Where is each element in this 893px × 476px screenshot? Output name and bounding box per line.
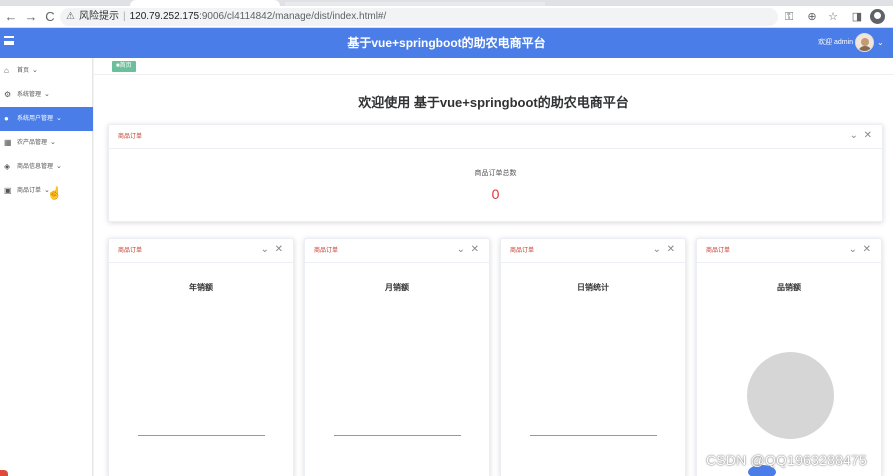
order-count-label: 商品订单总数: [474, 170, 517, 177]
sidebar-item-system-users[interactable]: ● 系统用户管理 ⌄: [0, 107, 93, 131]
user-icon: ●: [4, 114, 9, 123]
sidebar-item-system[interactable]: ⚙ 系统管理 ⌄: [0, 83, 93, 107]
sidebar-item-label: 首页: [17, 68, 30, 74]
chart-x-axis: [138, 435, 265, 436]
taskbar-edge: [0, 470, 8, 476]
close-icon[interactable]: ✕: [471, 244, 479, 256]
close-icon[interactable]: ✕: [667, 244, 675, 256]
chevron-down-icon[interactable]: ⌄: [457, 244, 465, 256]
app-header: 基于vue+springboot的助农电商平台 欢迎 admin ⌄: [0, 28, 893, 58]
home-icon: ⌂: [4, 66, 9, 75]
close-icon[interactable]: ✕: [863, 244, 871, 256]
side-panel-icon[interactable]: ◨: [849, 9, 865, 25]
profile-icon[interactable]: [870, 9, 885, 24]
chevron-down-icon: ⌄: [50, 139, 56, 146]
chevron-down-icon: ⌄: [32, 67, 38, 74]
chevron-down-icon: ⌄: [56, 163, 62, 170]
chart-x-axis: [334, 435, 461, 436]
sidebar: ⌂ 首页 ⌄ ⚙ 系统管理 ⌄ ● 系统用户管理 ⌄ ▦ 农产品管理 ⌄ ◈ 商品信息管…: [0, 58, 93, 476]
security-label: 风险提示: [78, 11, 119, 22]
order-summary-card: 商品订单 ⌄ ✕ 商品订单总数 0: [108, 124, 883, 222]
card-header: 商品订单 ⌄ ✕: [697, 239, 881, 263]
user-greeting[interactable]: 欢迎 admin: [818, 28, 853, 58]
card-tag: 商品订单: [706, 248, 731, 254]
watermark: CSDN @QQ1963288475: [706, 452, 868, 468]
sidebar-item-label: 农产品管理: [17, 140, 48, 146]
app-title: 基于vue+springboot的助农电商平台: [347, 36, 546, 50]
sidebar-item-label: 系统用户管理: [17, 116, 54, 122]
url-path: :9006/cl4114842/manage/dist/index.html#/: [199, 11, 387, 22]
chevron-down-icon[interactable]: ⌄: [877, 28, 884, 58]
chevron-down-icon[interactable]: ⌄: [850, 130, 858, 142]
card-tag: 商品订单: [314, 248, 339, 254]
sidebar-item-label: 商品订单: [17, 188, 42, 194]
sidebar-item-label: 系统管理: [17, 92, 42, 98]
layers-icon: ◈: [4, 162, 11, 171]
browser-toolbar: ← → C ⚠ 风险提示 | 120.79.252.175:9006/cl411484…: [0, 6, 893, 28]
sidebar-item-product-info[interactable]: ◈ 商品信息管理 ⌄: [0, 155, 93, 179]
daily-sales-card: 商品订单 ⌄ ✕ 日销统计: [500, 238, 686, 476]
chevron-down-icon[interactable]: ⌄: [849, 244, 857, 256]
chevron-down-icon: ⌄: [44, 91, 50, 98]
avatar[interactable]: [855, 33, 874, 52]
warning-icon: ⚠: [66, 11, 75, 22]
breadcrumb-tag-home[interactable]: ■首页: [112, 61, 136, 72]
close-icon[interactable]: ✕: [864, 130, 872, 142]
back-icon[interactable]: ←: [3, 9, 19, 25]
apps-icon: ▣: [4, 186, 12, 195]
page-title: 欢迎使用 基于vue+springboot的助农电商平台: [358, 95, 629, 110]
pie-chart: [747, 352, 834, 439]
chart-x-axis: [530, 435, 657, 436]
close-icon[interactable]: ✕: [275, 244, 283, 256]
address-bar[interactable]: ⚠ 风险提示 | 120.79.252.175:9006/cl4114842/mana…: [60, 8, 778, 26]
reload-icon[interactable]: C: [42, 9, 58, 25]
url-host: 120.79.252.175: [129, 11, 200, 22]
card-header: 商品订单 ⌄ ✕: [501, 239, 685, 263]
card-header: 商品订单 ⌄ ✕: [109, 125, 882, 149]
star-icon[interactable]: ☆: [825, 9, 841, 25]
divider: |: [122, 11, 126, 22]
card-tag: 商品订单: [510, 248, 535, 254]
grid-icon: ▦: [4, 138, 12, 147]
chevron-down-icon: ⌄: [56, 115, 62, 122]
zoom-icon[interactable]: ⊕: [804, 9, 820, 25]
sidebar-item-label: 商品信息管理: [17, 164, 54, 170]
chart-title: 品销额: [777, 283, 801, 292]
card-header: 商品订单 ⌄ ✕: [305, 239, 489, 263]
card-tag: 商品订单: [118, 248, 143, 254]
card-tag: 商品订单: [118, 134, 143, 140]
mouse-cursor-icon: ☝: [47, 186, 62, 200]
annual-sales-card: 商品订单 ⌄ ✕ 年销额: [108, 238, 294, 476]
chart-title: 月销额: [385, 283, 409, 292]
order-count-value: 0: [491, 186, 500, 202]
sidebar-item-farm-products[interactable]: ▦ 农产品管理 ⌄: [0, 131, 93, 155]
sidebar-item-home[interactable]: ⌂ 首页 ⌄: [0, 59, 93, 83]
gear-icon: ⚙: [4, 90, 12, 99]
breadcrumb: ■首页: [94, 58, 893, 75]
chevron-down-icon[interactable]: ⌄: [653, 244, 661, 256]
card-header: 商品订单 ⌄ ✕: [109, 239, 293, 263]
key-icon[interactable]: ⚿: [781, 9, 797, 25]
monthly-sales-card: 商品订单 ⌄ ✕ 月销额: [304, 238, 490, 476]
forward-icon[interactable]: →: [23, 9, 39, 25]
main-content: ■首页 欢迎使用 基于vue+springboot的助农电商平台 商品订单 ⌄ …: [94, 58, 893, 476]
chart-title: 日销统计: [577, 283, 609, 292]
product-sales-card: 商品订单 ⌄ ✕ 品销额: [696, 238, 882, 476]
chart-title: 年销额: [189, 283, 213, 292]
chevron-down-icon[interactable]: ⌄: [261, 244, 269, 256]
